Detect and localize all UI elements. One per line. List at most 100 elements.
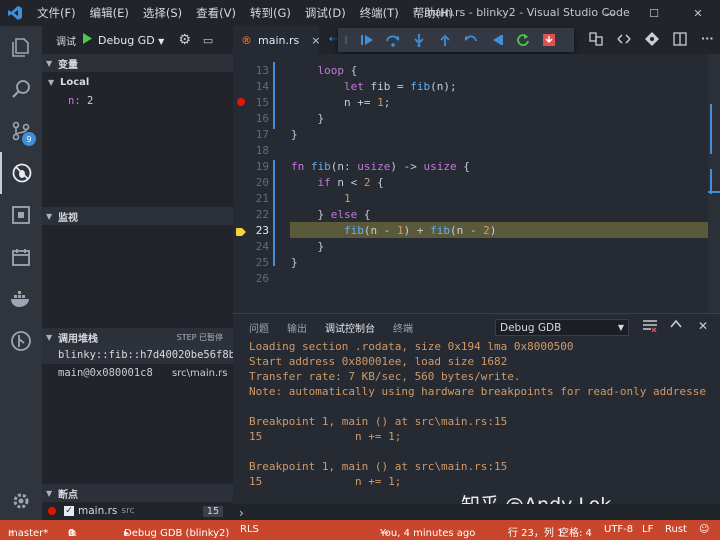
breakpoint-file: main.rs: [78, 505, 118, 517]
calendar-icon[interactable]: [0, 236, 42, 278]
debug-settings-icon[interactable]: ⚙: [178, 32, 191, 48]
menu-go[interactable]: 转到(G): [243, 5, 298, 21]
start-debug-icon[interactable]: [82, 33, 92, 47]
variables-section-header[interactable]: ▼ 变量: [42, 54, 233, 72]
menu-debug[interactable]: 调试(D): [298, 5, 353, 21]
chevron-down-icon: ▼: [46, 332, 53, 342]
variable-row[interactable]: n: 2: [42, 92, 233, 110]
line-number: 13: [255, 63, 269, 77]
line-number: 25: [255, 255, 269, 269]
line-ending[interactable]: LF: [642, 524, 653, 535]
menu-edit[interactable]: 编辑(E): [83, 5, 136, 21]
rls-indicator[interactable]: RLS: [240, 524, 259, 535]
overview-ruler[interactable]: [708, 54, 720, 313]
bottom-panel: 问题 输出 调试控制台 终端 Debug GDB ▼ ✕ Loading sec…: [233, 313, 720, 521]
console-line: Start address 0x80001ee, load size 1682: [249, 355, 508, 368]
frame-name: blinky::fib::h7d40020be56f8bb: [58, 349, 233, 361]
feedback-icon[interactable]: ☺: [699, 524, 709, 535]
stop-icon[interactable]: [536, 33, 562, 47]
encoding[interactable]: UTF-8: [604, 524, 633, 535]
split-editor-icon[interactable]: [673, 32, 687, 49]
restart-icon[interactable]: [510, 33, 536, 47]
source-control-icon[interactable]: 9: [0, 110, 42, 152]
tab-terminal[interactable]: 终端: [393, 320, 413, 335]
reverse-icon[interactable]: [484, 33, 510, 47]
breakpoint-item[interactable]: ✓ main.rs src 15: [42, 502, 233, 520]
more-actions-icon[interactable]: ···: [701, 32, 714, 49]
debug-floating-toolbar: ⁞: [338, 28, 574, 52]
step-out-icon[interactable]: [432, 33, 458, 47]
explorer-icon[interactable]: [0, 26, 42, 68]
step-back-icon[interactable]: [458, 33, 484, 47]
tab-label: main.rs: [258, 33, 300, 47]
local-scope-title: Local: [60, 76, 90, 88]
tab-overflow-icon[interactable]: ⇠: [329, 34, 337, 45]
local-scope[interactable]: ▼ Local: [42, 73, 233, 91]
callstack-section-header[interactable]: ▼ 调用堆栈 STEP 已暂停: [42, 328, 233, 346]
frame-file: src\main.rs: [172, 367, 228, 379]
git-graph-icon[interactable]: [0, 320, 42, 362]
git-icon[interactable]: [645, 32, 659, 49]
language-mode[interactable]: Rust: [665, 524, 687, 535]
extensions-icon[interactable]: [0, 194, 42, 236]
console-input[interactable]: ›: [233, 504, 720, 521]
line-number: 21: [255, 191, 269, 205]
rust-file-icon: ®: [241, 33, 252, 47]
console-line: 15 n += 1;: [249, 430, 402, 443]
tab-close-icon[interactable]: ×: [311, 34, 320, 47]
debug-session-select[interactable]: Debug GDB ▼: [495, 319, 629, 336]
drag-handle-icon[interactable]: ⁞: [338, 34, 354, 47]
minimize-button[interactable]: —: [588, 0, 632, 26]
debug-icon[interactable]: [0, 152, 42, 194]
clear-console-icon[interactable]: [643, 320, 657, 335]
close-panel-icon[interactable]: ✕: [698, 319, 708, 333]
console-line: 15 n += 1;: [249, 475, 402, 488]
tab-output[interactable]: 输出: [287, 320, 307, 335]
debug-config-select[interactable]: Debug GD ▼: [98, 34, 164, 47]
go-back-forward-icon[interactable]: [617, 32, 631, 49]
line-number: 19: [255, 159, 269, 173]
cursor-position[interactable]: 行 23，列 1: [508, 524, 563, 539]
tab-debug-console[interactable]: 调试控制台: [325, 320, 375, 335]
stack-frame[interactable]: main@0x080001c8 src\main.rs: [42, 364, 233, 382]
code-editor[interactable]: 13 loop { 14 let fib = fib(n); 15 n += 1…: [233, 54, 720, 313]
watch-section-header[interactable]: ▼ 监视: [42, 207, 233, 225]
code-text: }: [291, 239, 325, 253]
tab-main-rs[interactable]: ® main.rs ×: [233, 26, 320, 54]
checkbox-checked-icon[interactable]: ✓: [64, 506, 74, 516]
code-text: let fib = fib(n);: [343, 79, 457, 93]
code-text: fn fib(n: usize) -> usize {: [291, 159, 470, 173]
settings-gear-icon[interactable]: [0, 480, 42, 522]
step-into-icon[interactable]: [406, 33, 432, 47]
continue-icon[interactable]: [354, 33, 380, 47]
console-line: Transfer rate: 7 KB/sec, 560 bytes/write…: [249, 370, 521, 383]
frame-name: main@0x080001c8: [58, 367, 153, 379]
menu-file[interactable]: 文件(F): [30, 5, 83, 21]
indentation[interactable]: 空格: 4: [559, 524, 592, 539]
search-icon[interactable]: [0, 68, 42, 110]
code-text: if n < 2 {: [317, 175, 384, 189]
step-over-icon[interactable]: [380, 33, 406, 47]
maximize-panel-icon[interactable]: [670, 318, 682, 334]
chevron-down-icon: ▼: [46, 488, 53, 498]
tab-problems[interactable]: 问题: [249, 320, 269, 335]
title-bar: 文件(F) 编辑(E) 选择(S) 查看(V) 转到(G) 调试(D) 终端(T…: [0, 0, 720, 26]
stack-frame[interactable]: blinky::fib::h7d40020be56f8bb: [42, 346, 233, 364]
maximize-button[interactable]: ☐: [632, 0, 676, 26]
chevron-down-icon: ▼: [158, 36, 165, 46]
docker-icon[interactable]: [0, 278, 42, 320]
line-number: 14: [255, 79, 269, 93]
console-line: Breakpoint 1, main () at src\main.rs:15: [249, 415, 508, 428]
compare-icon[interactable]: [589, 32, 603, 49]
breakpoint-dot-icon[interactable]: [237, 98, 245, 106]
menu-terminal[interactable]: 终端(T): [353, 5, 406, 21]
menu-selection[interactable]: 选择(S): [136, 5, 189, 21]
activity-bar: 9: [0, 26, 42, 520]
variable-name: n:: [68, 95, 81, 107]
close-window-button[interactable]: ✕: [676, 0, 720, 26]
vscode-logo-icon: [0, 0, 30, 26]
menu-view[interactable]: 查看(V): [189, 5, 243, 21]
breakpoints-section-header[interactable]: ▼ 断点: [42, 484, 233, 502]
ruler-marker: [710, 104, 712, 154]
debug-console-icon[interactable]: ▭: [203, 34, 213, 47]
